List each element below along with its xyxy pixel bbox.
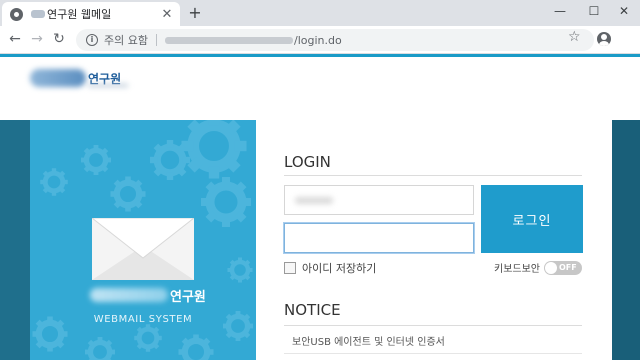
background-band-right (612, 120, 640, 360)
browser-tab[interactable]: 연구원 웹메일 ✕ (2, 2, 180, 26)
login-panel: LOGIN 로그인 아이디 저장하기 키보드보안 OFF NOTICE 보안US… (256, 120, 612, 360)
login-button[interactable]: 로그인 (481, 185, 583, 253)
logo-mark (30, 69, 86, 87)
keyboard-security-toggle[interactable]: OFF (544, 260, 582, 275)
notice-divider (284, 325, 582, 326)
toggle-state: OFF (559, 262, 577, 272)
minimize-button[interactable]: — (546, 0, 574, 26)
toggle-knob (545, 261, 557, 274)
profile-icon[interactable] (597, 32, 611, 46)
save-id-option[interactable]: 아이디 저장하기 (284, 260, 376, 276)
envelope-icon (92, 218, 194, 280)
keyboard-security: 키보드보안 OFF (494, 260, 582, 275)
header-logo[interactable]: 연구원 (30, 64, 128, 92)
url-path[interactable]: /login.do (294, 34, 584, 47)
back-icon[interactable]: ← (6, 30, 24, 48)
tab-title: 연구원 웹메일 (47, 8, 112, 21)
brand-subtitle: WEBMAIL SYSTEM (93, 314, 193, 325)
browser-toolbar: ← → ↻ i 주의 요함 /login.do ☆ (0, 26, 640, 54)
save-id-checkbox[interactable] (284, 262, 296, 274)
user-id-value (295, 197, 333, 204)
notice-item[interactable]: 보안USB 에이전트 및 인터넷 인증서 (292, 333, 445, 348)
star-icon[interactable]: ☆ (568, 29, 581, 45)
forward-icon[interactable]: → (28, 30, 46, 48)
address-bar[interactable]: i 주의 요함 /login.do (76, 29, 594, 51)
reload-icon[interactable]: ↻ (50, 30, 68, 48)
tab-title-redaction (31, 10, 45, 18)
notice-item-divider (284, 353, 582, 354)
keyboard-security-label: 키보드보안 (494, 264, 540, 275)
save-id-label: 아이디 저장하기 (302, 262, 377, 275)
notice-title: NOTICE (284, 301, 341, 319)
password-input[interactable] (284, 223, 474, 253)
new-tab-button[interactable]: + (186, 4, 204, 22)
logo-tagline (88, 84, 128, 87)
security-label[interactable]: 주의 요함 (104, 32, 148, 48)
tab-close-icon[interactable]: ✕ (160, 7, 174, 22)
info-icon[interactable]: i (86, 34, 98, 46)
accent-line (0, 54, 640, 57)
user-id-input[interactable] (284, 185, 474, 215)
login-title: LOGIN (284, 153, 331, 171)
maximize-button[interactable]: ☐ (580, 0, 608, 26)
close-window-button[interactable]: ✕ (610, 0, 638, 26)
address-separator (155, 34, 157, 46)
globe-icon (10, 7, 23, 21)
tab-strip: 연구원 웹메일 ✕ + — ☐ ✕ (0, 0, 640, 26)
brand-org-name: 연구원 (170, 289, 206, 305)
login-divider (284, 175, 582, 176)
brand-logo-mark (90, 288, 168, 302)
url-host-redaction (164, 36, 293, 44)
brand-panel: 연구원 WEBMAIL SYSTEM (30, 120, 256, 360)
brand-logo: 연구원 (90, 286, 206, 305)
